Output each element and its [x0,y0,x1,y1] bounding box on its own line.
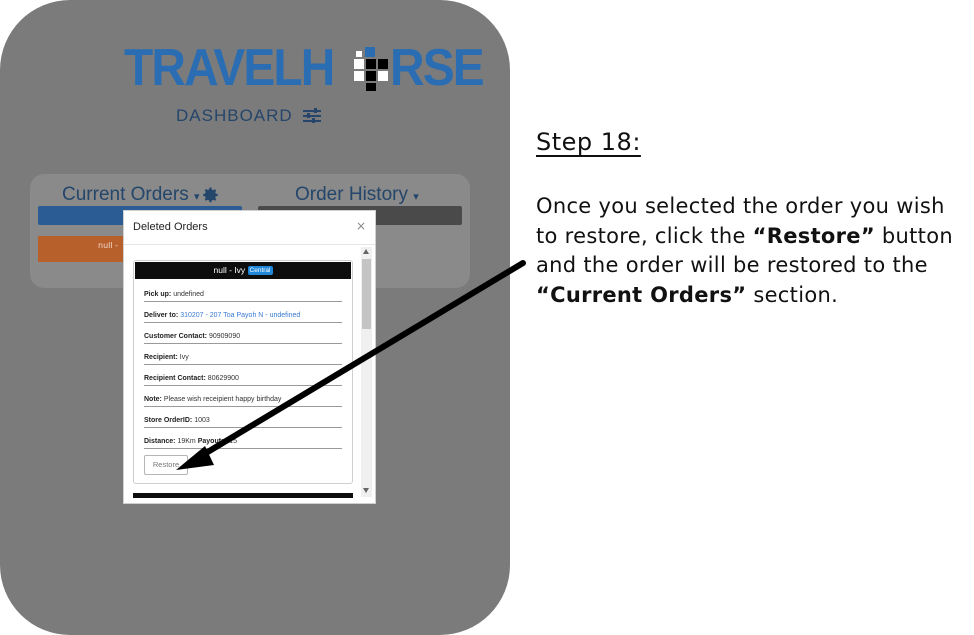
current-orders-highlight: “Current Orders” [536,282,747,307]
restore-button[interactable]: Restore [144,455,188,475]
step-instruction: Once you selected the order you wish to … [536,194,953,307]
deleted-orders-modal: Deleted Orders × null - Ivy Central Pick… [123,210,376,504]
field-recipient-contact: Recipient Contact: 80629900 [144,375,342,386]
scroll-thumb[interactable] [362,259,371,329]
dashboard-header: DASHBOARD [176,106,321,126]
region-badge: Central [247,266,273,275]
next-order-header [133,493,353,498]
tab-current-orders[interactable]: Current Orders ▾ [62,184,200,206]
restore-highlight: “Restore” [752,223,875,248]
sliders-icon[interactable] [302,108,321,123]
close-icon[interactable]: × [356,219,366,233]
field-customer-contact: Customer Contact: 90909090 [144,333,342,344]
modal-divider [124,244,375,245]
step-title: Step 18: [536,128,641,156]
travelhorse-logo: TRAVELH RSE [124,42,491,94]
scroll-down-icon[interactable] [363,488,369,493]
chevron-down-icon: ▾ [193,191,200,203]
scroll-up-icon[interactable] [363,249,369,254]
order-header: null - Ivy Central [135,262,351,279]
field-note: Note: Please wish receipient happy birth… [144,396,342,407]
modal-scrollbar[interactable] [361,247,372,497]
logo-text-start: TRAVELH [124,39,335,97]
field-store-order-id: Store OrderID: 1003 [144,417,342,428]
tab-history-label: Order History [295,184,408,205]
logo-grid-icon [353,47,388,91]
tab-order-history[interactable]: Order History ▾ [295,184,419,206]
field-pickup: Pick up: undefined [144,291,342,302]
field-recipient: Recipient: Ivy [144,354,342,365]
field-deliver-to: Deliver to: 310207 - 207 Toa Payoh N - u… [144,312,342,323]
field-distance-payout: Distance: 19Km Payout: $15 [144,438,342,449]
chevron-down-icon: ▾ [413,191,419,203]
gear-icon[interactable] [202,186,220,204]
tab-current-label: Current Orders [62,184,189,205]
deliver-address-link[interactable]: 310207 - 207 Toa Payoh N - undefined [180,312,300,319]
deleted-order-card: null - Ivy Central Pick up: undefined De… [133,260,353,484]
logo-text-end: RSE [389,39,485,97]
dashboard-label: DASHBOARD [176,106,293,125]
order-header-title: null - Ivy [213,265,246,275]
modal-title: Deleted Orders [133,221,208,233]
order-list-item[interactable]: null - [38,236,128,262]
